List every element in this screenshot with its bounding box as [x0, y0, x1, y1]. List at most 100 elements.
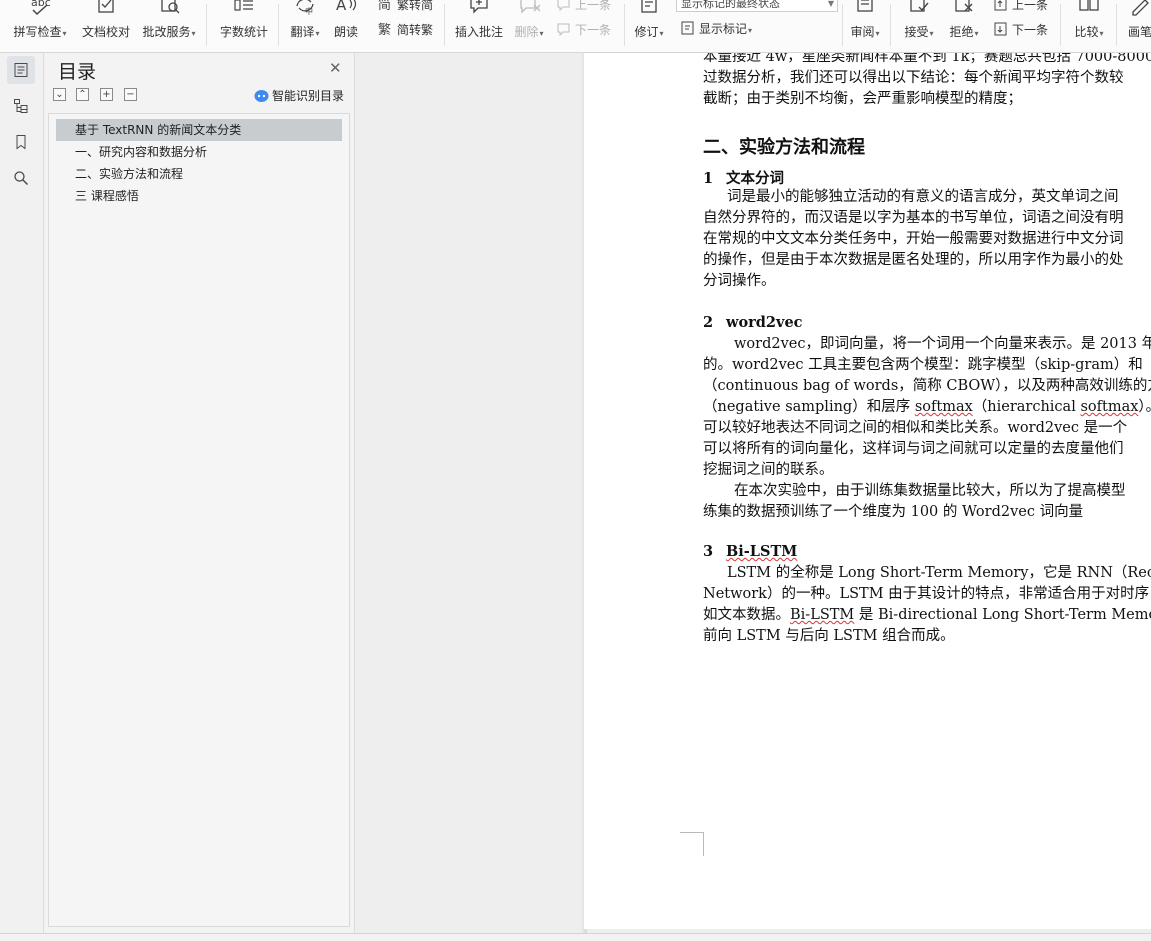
spell-check-button[interactable]: abc 拼写检查▾	[8, 0, 72, 52]
translate-button[interactable]: 中 翻译▾	[286, 0, 324, 52]
subsection-number: 2	[703, 314, 714, 331]
markup-state-select[interactable]: 显示标记的最终状态 ▼	[676, 0, 838, 12]
track-changes-button[interactable]: 修订▾	[629, 0, 669, 52]
paragraph-line: 词是最小的能够独立活动的有意义的语言成分，英文单词之间	[727, 189, 1119, 205]
search-icon	[14, 171, 29, 186]
spell-flag-word[interactable]: Bi-LSTM	[790, 607, 854, 623]
collapse-up-icon[interactable]: ⌃	[76, 88, 89, 101]
reject-label: 拒绝	[949, 25, 974, 39]
paragraph-line: 前向 LSTM 与后向 LSTM 组合而成。	[703, 628, 955, 644]
bookmark-nav-button[interactable]	[7, 128, 35, 156]
spell-check-label: 拼写检查	[13, 25, 62, 39]
chapter-nav-button[interactable]	[7, 92, 35, 120]
paragraph-line: 本量接近 4w，星座类新闻样本量不到 1k；赛题总共包括 7000-8000	[703, 53, 1151, 65]
toc-item-label: 一、研究内容和数据分析	[75, 145, 208, 159]
svg-text:A: A	[336, 0, 347, 14]
trad-to-simp-button[interactable]: 简繁转简	[378, 0, 433, 14]
insert-comment-icon	[470, 0, 488, 14]
doc-proofread-button[interactable]: 文档校对	[78, 0, 134, 52]
next-change-button[interactable]: 下一条	[993, 21, 1048, 39]
smart-toc-button[interactable]: 智能识别目录	[254, 87, 344, 104]
simp-to-trad-button[interactable]: 繁简转繁	[378, 21, 433, 39]
subsection-heading: 3 Bi-LSTM	[703, 543, 797, 560]
smart-toc-label: 智能识别目录	[272, 89, 345, 103]
prev-change-button[interactable]: 上一条	[993, 0, 1048, 14]
reject-button[interactable]: 拒绝▾	[944, 0, 984, 52]
ribbon-divider	[842, 4, 843, 46]
prev-comment-button[interactable]: 上一条	[556, 0, 611, 14]
toc-panel: 目录 ✕ ⌄ ⌃ + − 智能识别目录 基于 TextRNN 的新闻文本分类 一…	[44, 53, 355, 933]
translate-label: 翻译	[290, 25, 315, 39]
toc-item-label: 二、实验方法和流程	[75, 167, 184, 181]
subsection-title: 文本分词	[726, 170, 784, 187]
document-canvas[interactable]: 本量接近 4w，星座类新闻样本量不到 1k；赛题总共包括 7000-8000 过…	[355, 53, 1151, 933]
proofread-icon	[98, 0, 114, 13]
review-button[interactable]: 审阅▾	[846, 0, 884, 52]
toc-list: 基于 TextRNN 的新闻文本分类 一、研究内容和数据分析 二、实验方法和流程…	[48, 113, 350, 927]
accept-icon	[910, 0, 929, 12]
close-icon[interactable]: ✕	[329, 59, 342, 77]
paragraph-line: 过数据分析，我们还可以得出以下结论：每个新闻平均字符个数较	[703, 70, 1124, 86]
simp-to-trad-label: 简转繁	[397, 23, 434, 37]
spell-flag-word[interactable]: softmax	[1080, 399, 1138, 415]
subsection-title: Bi-LSTM	[726, 543, 798, 560]
toc-title: 目录	[58, 61, 97, 83]
spell-check-icon: abc	[31, 0, 51, 16]
expand-plus-icon[interactable]: +	[100, 88, 113, 101]
insert-comment-button[interactable]: 插入批注	[450, 0, 508, 52]
accept-button[interactable]: 接受▾	[898, 0, 940, 52]
search-nav-button[interactable]	[7, 164, 35, 192]
show-markup-button[interactable]: 显示标记▾	[680, 20, 752, 38]
trad-to-simp-label: 繁转简	[397, 0, 434, 12]
toc-nav-button[interactable]	[7, 56, 35, 84]
markup-state-value: 显示标记的最终状态	[681, 0, 780, 10]
show-markup-label: 显示标记	[699, 22, 748, 36]
paragraph-line: word2vec，即词向量，将一个词用一个向量来表示。是 2013 年	[734, 336, 1151, 352]
paragraph-line: 可以较好地表达不同词之间的相似和类比关系。word2vec 是一个	[703, 420, 1128, 436]
read-aloud-label: 朗读	[333, 25, 358, 39]
toc-item-methods[interactable]: 二、实验方法和流程	[56, 163, 342, 185]
next-comment-button[interactable]: 下一条	[556, 21, 611, 39]
toc-item-research[interactable]: 一、研究内容和数据分析	[56, 141, 342, 163]
smart-ai-icon	[254, 90, 269, 102]
collapse-down-icon[interactable]: ⌄	[53, 88, 66, 101]
paragraph-line: Network）的一种。LSTM 由于其设计的特点，非常适合用于对时序	[703, 586, 1150, 602]
ribbon-divider	[206, 4, 207, 46]
spell-flag-word[interactable]: softmax	[915, 399, 973, 415]
read-aloud-button[interactable]: A 朗读	[329, 0, 363, 52]
paragraph-line: 分词操作。	[703, 273, 776, 289]
svg-text:中: 中	[305, 6, 313, 16]
paragraph-line: 在常规的中文文本分类任务中，开始一般需要对数据进行中文分词	[703, 231, 1124, 247]
delete-comment-button[interactable]: 删除▾	[510, 0, 548, 52]
compare-icon	[1079, 0, 1099, 11]
navigation-icon-strip	[0, 53, 44, 933]
compare-button[interactable]: 比较▾	[1068, 0, 1110, 52]
track-changes-icon	[641, 0, 657, 13]
text-run: 是 Bi-directional Long Short-Term Memory …	[858, 607, 1151, 623]
next-comment-icon	[557, 23, 570, 37]
track-changes-label: 修订	[634, 25, 659, 39]
read-aloud-icon: A	[336, 0, 357, 14]
review-label: 审阅	[850, 25, 875, 39]
text-run: （hierarchical	[972, 399, 1081, 415]
collapse-minus-icon[interactable]: −	[124, 88, 137, 101]
prev-comment-label: 上一条	[575, 0, 612, 12]
revise-service-icon	[161, 0, 180, 14]
word-count-button[interactable]: 字数统计	[215, 0, 273, 52]
pen-button[interactable]: 画笔	[1120, 0, 1151, 52]
insert-comment-label: 插入批注	[454, 25, 503, 39]
trad-simp-icon: 简	[378, 0, 391, 13]
text-run: 如文本数据。	[703, 607, 790, 623]
paragraph-line: （continuous bag of words，简称 CBOW），以及两种高效…	[703, 378, 1151, 394]
document-page[interactable]: 本量接近 4w，星座类新闻样本量不到 1k；赛题总共包括 7000-8000 过…	[584, 53, 1151, 929]
toc-item-reflection[interactable]: 三 课程感悟	[56, 185, 342, 207]
ribbon-divider	[1116, 4, 1117, 46]
ribbon-divider	[1060, 4, 1061, 46]
toc-item-title[interactable]: 基于 TextRNN 的新闻文本分类	[56, 119, 342, 141]
revise-service-button[interactable]: 批改服务▾	[138, 0, 200, 52]
reject-icon	[955, 0, 973, 12]
review-icon	[857, 0, 873, 12]
paragraph-line: 可以将所有的词向量化，这样词与词之间就可以定量的去度量他们	[703, 441, 1124, 457]
ribbon-divider	[278, 4, 279, 46]
document-outline-icon	[14, 63, 28, 77]
